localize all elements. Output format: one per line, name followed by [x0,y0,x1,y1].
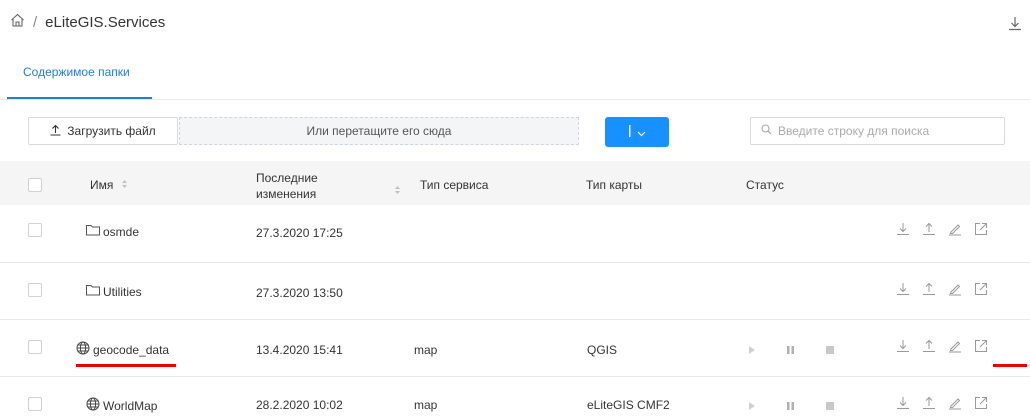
stop-icon[interactable] [825,342,834,360]
create-dropdown-button[interactable] [605,117,669,147]
row-service-type: map [414,343,438,357]
upload-file-label: Загрузить файл [67,124,156,138]
highlight-underline [993,364,1027,367]
edit-icon[interactable] [948,282,962,296]
open-external-icon[interactable] [974,222,988,236]
drop-zone-text: Или перетащите его сюда [306,124,452,138]
upload-icon [50,124,61,139]
column-name-label: Имя [90,178,114,192]
select-all-checkbox[interactable] [28,178,42,192]
column-service-type-header[interactable]: Тип сервиса [420,178,488,192]
row-modified: 27.3.2020 13:50 [256,286,343,300]
tab-active-indicator [7,97,152,99]
search-icon [761,124,772,138]
breadcrumb: / eLiteGIS.Services [10,13,165,31]
row-divider [0,319,1030,320]
row-actions [896,339,988,353]
upload-icon[interactable] [922,396,936,410]
row-map-type: QGIS [587,343,618,357]
row-actions [896,282,988,296]
sort-icon[interactable] [121,178,128,192]
row-divider [0,262,1030,263]
column-name-header[interactable]: Имя [90,178,128,192]
row-status-controls [748,398,834,416]
play-icon[interactable] [748,342,756,360]
pause-icon[interactable] [786,342,795,360]
table-row-name[interactable]: WorldMap [86,397,157,414]
column-modified-header[interactable]: Последние изменения [256,170,318,202]
download-icon[interactable] [896,339,910,353]
breadcrumb-current: eLiteGIS.Services [45,13,166,31]
tab-divider [0,99,1030,100]
row-actions [896,222,988,236]
row-status-controls [748,342,834,360]
tab-folder-contents[interactable]: Содержимое папки [23,65,130,79]
column-map-type-header[interactable]: Тип карты [586,178,642,192]
open-external-icon[interactable] [974,339,988,353]
download-icon[interactable] [896,396,910,410]
highlight-underline [76,364,176,367]
table-row-name[interactable]: geocode_data [76,341,169,358]
upload-icon[interactable] [922,282,936,296]
row-name-label: WorldMap [103,398,158,413]
folder-icon [86,284,100,299]
edit-icon[interactable] [948,222,962,236]
row-divider [0,376,1030,377]
column-status-header[interactable]: Статус [746,178,784,192]
row-checkbox[interactable] [28,223,42,237]
open-external-icon[interactable] [974,396,988,410]
row-checkbox[interactable] [28,340,42,354]
open-external-icon[interactable] [974,282,988,296]
table-row-name[interactable]: osmde [86,224,139,239]
folder-icon [86,224,100,239]
row-name-label: Utilities [103,284,142,299]
play-icon[interactable] [748,398,756,416]
search-input[interactable]: Введите строку для поиска [750,117,1005,145]
download-icon[interactable] [896,282,910,296]
drop-zone[interactable]: Или перетащите его сюда [179,117,579,145]
pause-icon[interactable] [786,398,795,416]
row-checkbox[interactable] [28,283,42,297]
home-icon[interactable] [10,13,25,31]
row-modified: 13.4.2020 15:41 [256,343,343,357]
cursor-icon [628,124,631,140]
table-row-name[interactable]: Utilities [86,284,142,299]
globe-icon [86,397,100,414]
table-header [0,161,1030,205]
download-icon[interactable] [1008,14,1022,32]
chevron-down-icon [637,125,646,140]
upload-file-button[interactable]: Загрузить файл [28,117,178,145]
row-name-label: geocode_data [93,342,170,357]
globe-icon [76,341,90,358]
upload-icon[interactable] [922,339,936,353]
sort-icon[interactable] [394,182,401,200]
download-icon[interactable] [896,222,910,236]
stop-icon[interactable] [825,398,834,416]
edit-icon[interactable] [948,396,962,410]
search-placeholder: Введите строку для поиска [778,124,930,138]
upload-icon[interactable] [922,222,936,236]
edit-icon[interactable] [948,339,962,353]
breadcrumb-separator: / [33,13,38,31]
row-checkbox[interactable] [28,397,42,411]
row-modified: 27.3.2020 17:25 [256,226,343,240]
row-name-label: osmde [103,224,140,239]
row-actions [896,396,988,410]
